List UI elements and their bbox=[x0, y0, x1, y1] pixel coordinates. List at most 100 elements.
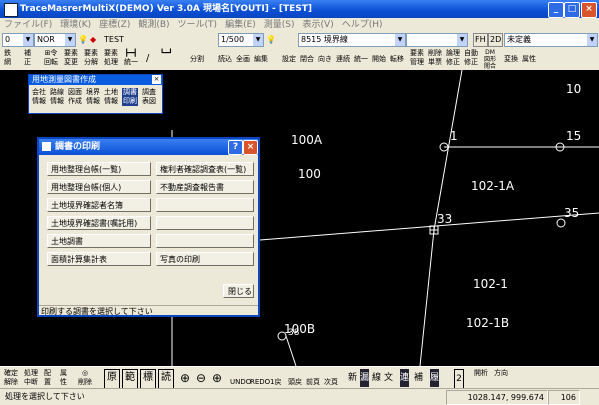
tool-divide[interactable]: 分割 bbox=[190, 49, 204, 69]
dialog-close-button[interactable]: × bbox=[243, 140, 258, 155]
place-button[interactable]: 配 置 bbox=[44, 369, 51, 387]
layer-select[interactable]: 0 ▼ bbox=[2, 33, 34, 47]
tool-logic-fix[interactable]: 論理 修正 bbox=[446, 49, 460, 69]
tool-bracket[interactable]: ┗━┛ bbox=[160, 49, 173, 69]
menu-coordinates[interactable]: 座標(Z) bbox=[95, 18, 134, 32]
confirm-cancel-button[interactable]: 確定 解除 bbox=[4, 369, 18, 387]
tool-convert[interactable]: 変換 bbox=[504, 49, 518, 69]
palette-route-info[interactable]: 路線 情報 bbox=[49, 88, 65, 106]
direction-button[interactable]: 方向 bbox=[494, 369, 508, 387]
complement-button[interactable]: 補 bbox=[414, 369, 423, 387]
menu-observation[interactable]: 観測(B) bbox=[134, 18, 173, 32]
redo-button[interactable]: REDO bbox=[250, 369, 270, 387]
menu-tools[interactable]: ツール(T) bbox=[174, 18, 222, 32]
line-button[interactable]: 線 bbox=[372, 369, 381, 387]
tool-mesh[interactable]: 鉄 網 bbox=[4, 49, 11, 69]
tool-continuous[interactable]: 連続 bbox=[336, 49, 350, 69]
print-empty-button[interactable] bbox=[156, 198, 254, 212]
undo-button[interactable]: UNDO bbox=[230, 369, 251, 387]
delete-button[interactable]: ◎ 削除 bbox=[78, 369, 92, 387]
next-page-button[interactable]: 次頁 bbox=[324, 369, 338, 387]
original-button[interactable]: 原 bbox=[104, 369, 120, 389]
connect-button[interactable]: 連 bbox=[400, 369, 410, 387]
back-one-button[interactable]: 1戻 bbox=[270, 369, 281, 387]
print-boundary-confirmer-list-button[interactable]: 土地境界確認者名簿 bbox=[47, 198, 151, 212]
tool-dm-figure[interactable]: DM 図形 閲合 bbox=[484, 49, 496, 70]
new-button[interactable]: 新 bbox=[348, 369, 357, 387]
zoom-in-icon[interactable]: ⊕ bbox=[180, 369, 190, 387]
range-button[interactable]: 範 bbox=[122, 369, 138, 389]
tool-element-process[interactable]: 要素 処理 bbox=[104, 49, 118, 69]
two-button[interactable]: 2 bbox=[454, 369, 464, 389]
tool-element-change[interactable]: 要素 変更 bbox=[64, 49, 78, 69]
print-land-ledger-list-button[interactable]: 用地整理台帳(一覧) bbox=[47, 162, 151, 176]
tool-setting[interactable]: 設定 bbox=[282, 49, 296, 69]
tool-rotate[interactable]: ⊞令 回転 bbox=[44, 49, 58, 69]
zoom-out-icon[interactable]: ⊖ bbox=[196, 369, 206, 387]
tool-direction[interactable]: 向き bbox=[318, 49, 332, 69]
mode-select[interactable]: NOR ▼ bbox=[34, 33, 76, 47]
leak-button[interactable]: 漏 bbox=[360, 369, 370, 387]
survey-point[interactable] bbox=[556, 218, 566, 228]
bulb-icon: 💡 bbox=[78, 35, 88, 44]
open-analysis-button[interactable]: 開析 bbox=[474, 369, 488, 387]
dialog-close-text-button[interactable]: 閉じる bbox=[223, 284, 254, 298]
tool-delete-single[interactable]: 削除 単票 bbox=[428, 49, 442, 69]
2d-button[interactable]: 2D bbox=[488, 33, 504, 47]
line-width-select[interactable]: ▼ bbox=[406, 33, 468, 47]
menu-survey[interactable]: 測量(S) bbox=[260, 18, 299, 32]
menu-help[interactable]: ヘルプ(H) bbox=[338, 18, 387, 32]
print-area-calc-summary-button[interactable]: 面積計算集計表 bbox=[47, 252, 151, 266]
palette-land-info[interactable]: 土地 情報 bbox=[103, 88, 119, 106]
palette-print-documents[interactable]: 調書 印刷 bbox=[122, 88, 138, 106]
print-land-record-button[interactable]: 土地調書 bbox=[47, 234, 151, 248]
tool-transfer[interactable]: 転移 bbox=[390, 49, 404, 69]
close-button[interactable]: × bbox=[581, 2, 597, 18]
tool-auto-fix[interactable]: 自動 修正 bbox=[464, 49, 478, 69]
history-button[interactable]: 履 bbox=[430, 369, 440, 387]
tool-whole[interactable]: 全画 bbox=[236, 49, 250, 69]
print-land-ledger-individual-button[interactable]: 用地整理台帳(個人) bbox=[47, 180, 151, 194]
read-button[interactable]: 読 bbox=[158, 369, 174, 389]
palette-survey-chart[interactable]: 調査 表図 bbox=[141, 88, 157, 106]
tool-attribute[interactable]: 属性 bbox=[522, 49, 536, 69]
print-photos-button[interactable]: 写真の印刷 bbox=[156, 252, 254, 266]
minimize-button[interactable]: _ bbox=[548, 2, 564, 18]
maximize-button[interactable]: □ bbox=[564, 2, 580, 18]
back-start-button[interactable]: 頭戻 bbox=[288, 369, 302, 387]
print-rights-holder-list-button[interactable]: 権利者確認調査表(一覧) bbox=[156, 162, 254, 176]
prev-page-button[interactable]: 前頁 bbox=[306, 369, 320, 387]
scale-select[interactable]: 1/500 ▼ bbox=[218, 33, 264, 47]
menu-environment[interactable]: 環境(K) bbox=[56, 18, 95, 32]
tool-unify[interactable]: ┣━┫ 統一 bbox=[124, 49, 138, 69]
tool-start[interactable]: 開始 bbox=[372, 49, 386, 69]
palette-drawing-create[interactable]: 図面 作成 bbox=[67, 88, 83, 106]
attribute-button[interactable]: 属 性 bbox=[60, 369, 67, 387]
palette-boundary-info[interactable]: 境界 情報 bbox=[85, 88, 101, 106]
print-real-estate-report-button[interactable]: 不動産調査報告書 bbox=[156, 180, 254, 194]
text-button[interactable]: 文 bbox=[384, 369, 393, 387]
palette-company-info[interactable]: 会社 情報 bbox=[31, 88, 47, 106]
print-boundary-confirmation-button[interactable]: 土地境界確認書(嘱託用) bbox=[47, 216, 151, 230]
fh-button[interactable]: FH bbox=[473, 33, 488, 47]
palette-close-button[interactable]: × bbox=[152, 75, 161, 84]
standard-button[interactable]: 標 bbox=[140, 369, 156, 389]
print-empty-button[interactable] bbox=[156, 234, 254, 248]
tool-edit[interactable]: 編集 bbox=[254, 49, 268, 69]
interrupt-button[interactable]: 処理 中断 bbox=[24, 369, 38, 387]
tool-element-manage[interactable]: 要素 管理 bbox=[410, 49, 424, 69]
tool-unify-2[interactable]: 統一 bbox=[354, 49, 368, 69]
menu-file[interactable]: ファイル(F) bbox=[0, 18, 56, 32]
setting-select[interactable]: 未定義 ▼ bbox=[504, 33, 598, 47]
line-type-select[interactable]: 8515 境界線 ▼ bbox=[298, 33, 406, 47]
tool-element-split[interactable]: 要素 分解 bbox=[84, 49, 98, 69]
menu-edit[interactable]: 編集(E) bbox=[221, 18, 260, 32]
pan-icon[interactable]: ⊕ bbox=[212, 369, 222, 387]
print-empty-button[interactable] bbox=[156, 216, 254, 230]
tool-close[interactable]: 閉合 bbox=[300, 49, 314, 69]
tool-correct[interactable]: 補 正 bbox=[24, 49, 31, 69]
menu-view[interactable]: 表示(V) bbox=[299, 18, 338, 32]
help-button[interactable]: ? bbox=[228, 140, 243, 155]
tool-line[interactable]: / bbox=[146, 49, 149, 69]
tool-load[interactable]: 読込 bbox=[218, 49, 232, 69]
